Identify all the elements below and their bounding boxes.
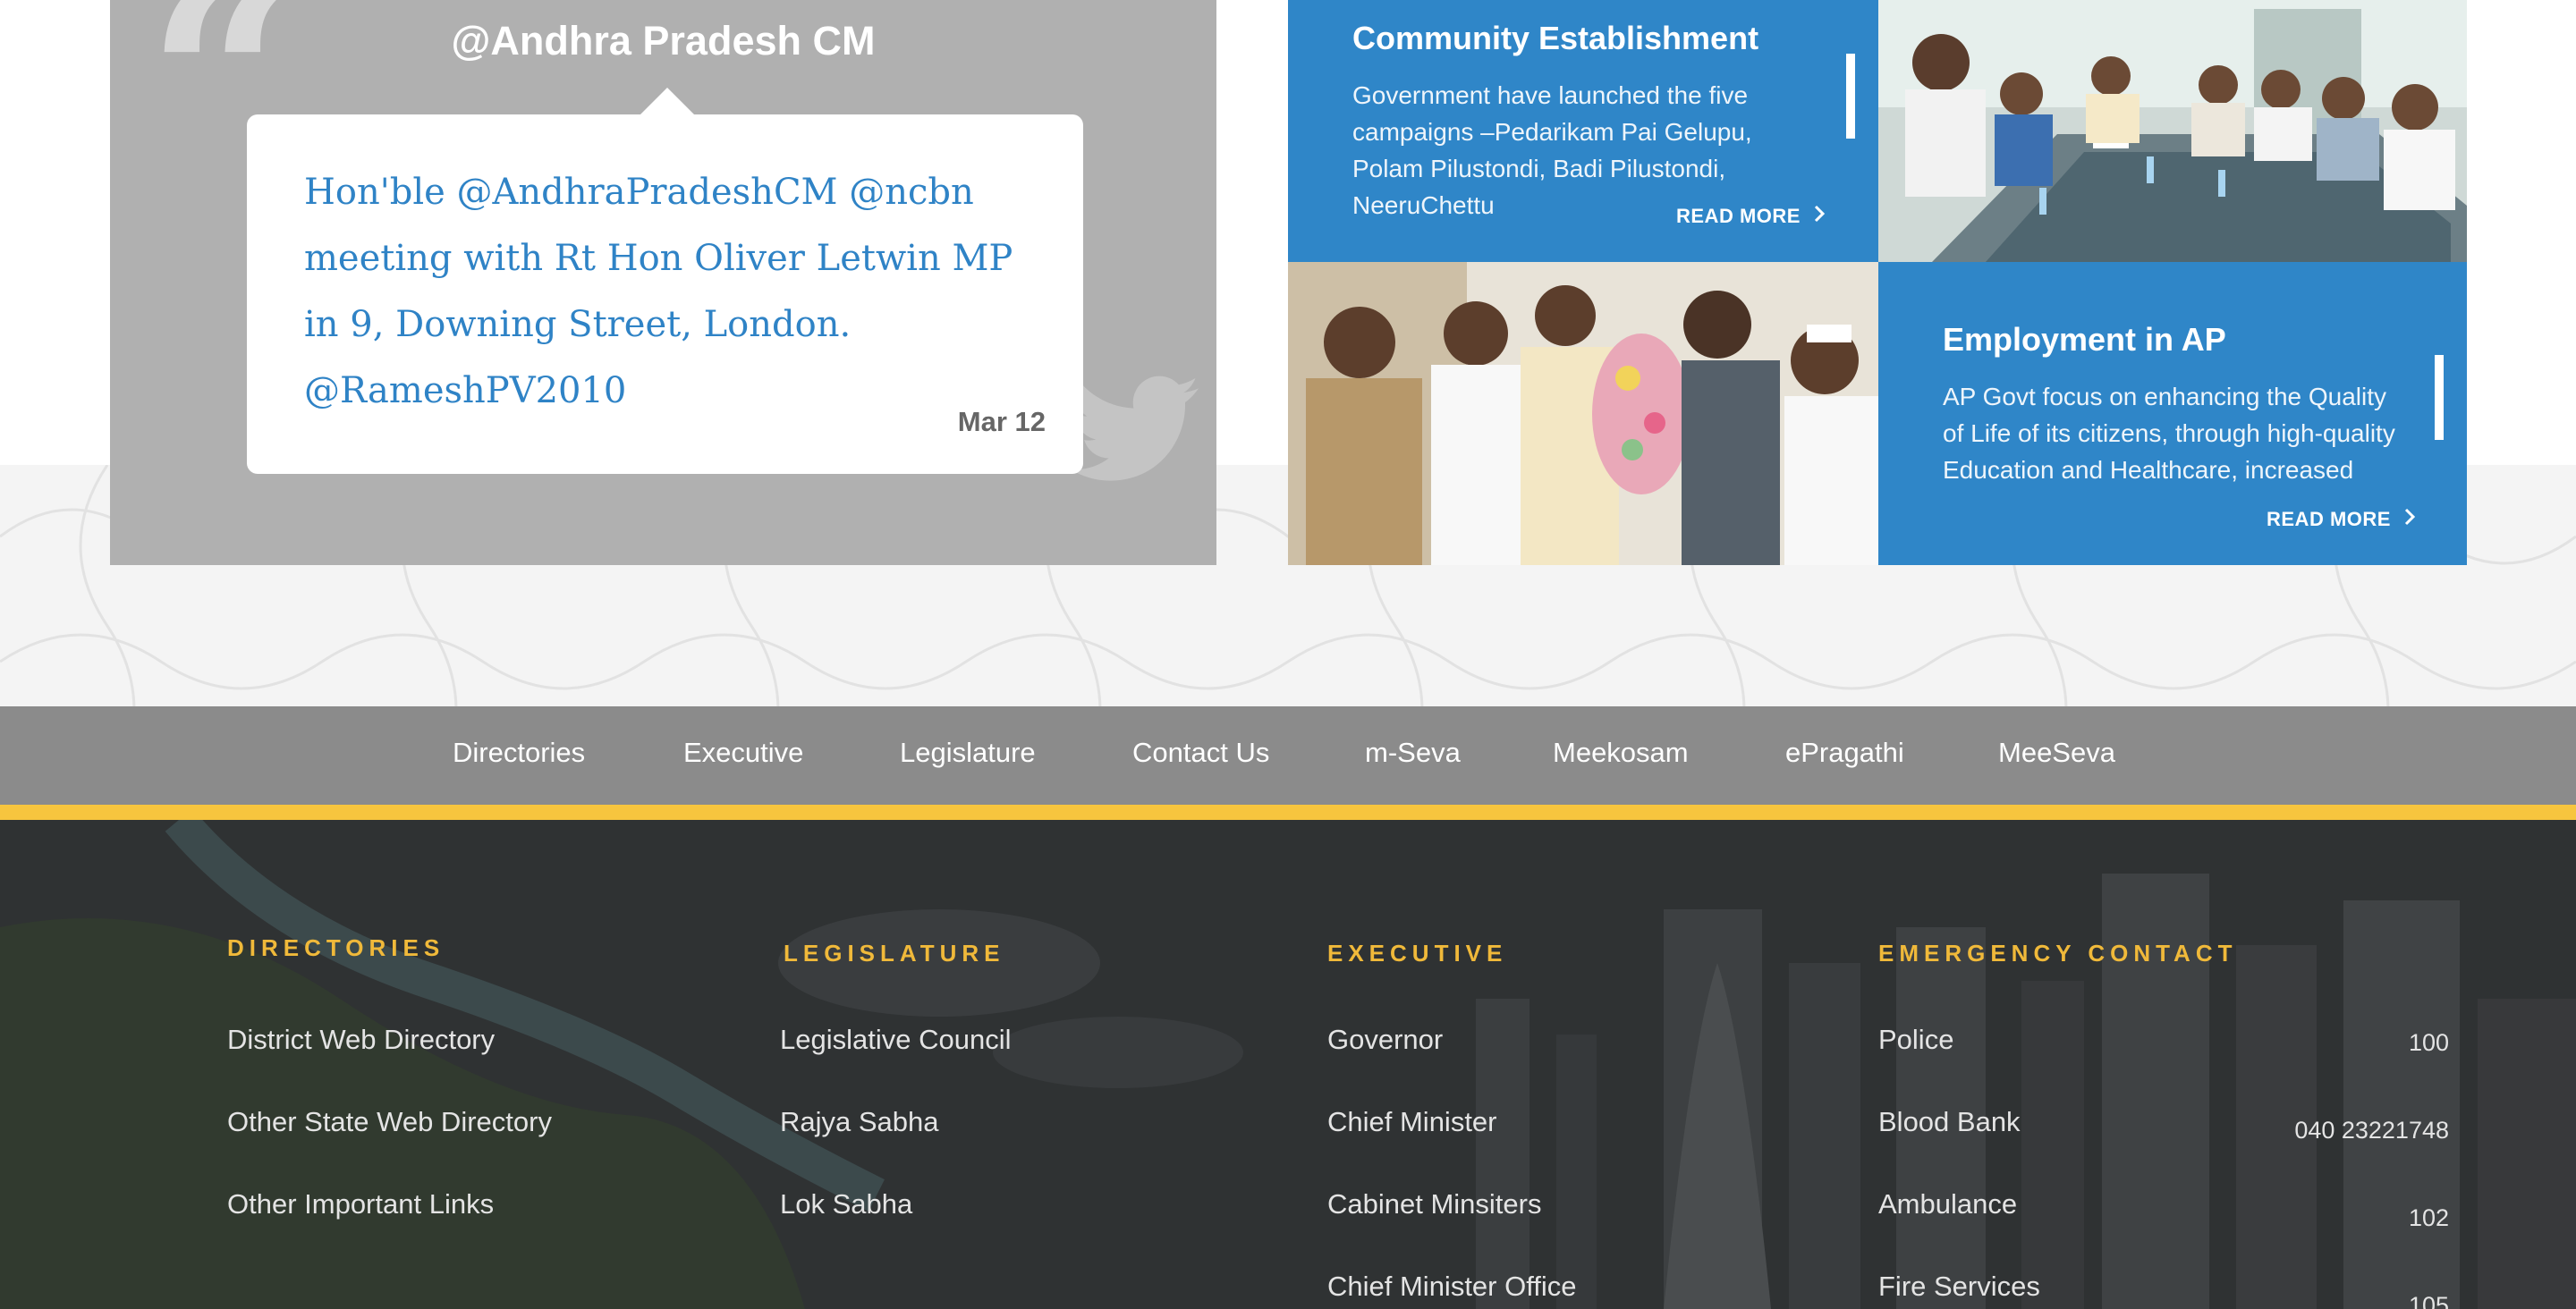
emergency-number-police[interactable]: 100 [2136, 1029, 2449, 1057]
emergency-label-police: Police [1878, 1024, 1954, 1055]
footer-link-rajya-sabha[interactable]: Rajya Sabha [780, 1106, 939, 1138]
meeting-photo [1878, 0, 2467, 262]
tweet-bubble: Hon'ble @AndhraPradeshCM @ncbn meeting w… [247, 88, 1083, 474]
footer-link-other-important-links[interactable]: Other Important Links [227, 1188, 494, 1220]
top-section: “ @Andhra Pradesh CM Hon'ble @AndhraPrad… [0, 0, 2576, 706]
tweet-panel: “ @Andhra Pradesh CM Hon'ble @AndhraPrad… [110, 0, 1216, 565]
twitter-bird-icon [1067, 376, 1201, 487]
tile-title[interactable]: Community Establishment [1352, 20, 1758, 57]
nav-item-meekosam[interactable]: Meekosam [1553, 737, 1689, 769]
footer-heading-legislature: LEGISLATURE [784, 940, 1005, 967]
footer-link-lok-sabha[interactable]: Lok Sabha [780, 1188, 912, 1220]
read-more-label: READ MORE [1676, 205, 1801, 227]
nav-item-epragathi[interactable]: ePragathi [1785, 737, 1904, 769]
footer-link-other-state-web-directory[interactable]: Other State Web Directory [227, 1106, 552, 1138]
emergency-label-fire-services: Fire Services [1878, 1271, 2040, 1302]
nav-item-legislature[interactable]: Legislature [900, 737, 1036, 769]
footer-link-chief-minister[interactable]: Chief Minister [1327, 1106, 1497, 1138]
footer-link-legislative-council[interactable]: Legislative Council [780, 1024, 1011, 1056]
tile-accent-bar [1846, 54, 1855, 139]
nav-item-meeseva[interactable]: MeeSeva [1998, 737, 2115, 769]
emergency-number-ambulance[interactable]: 102 [2136, 1204, 2449, 1232]
footer-link-chief-minister-office[interactable]: Chief Minister Office [1327, 1271, 1577, 1303]
footer-heading-directories: DIRECTORIES [227, 934, 445, 961]
gold-divider [0, 805, 2576, 820]
city-aerial-background [0, 820, 2576, 1309]
footer-heading-executive: EXECUTIVE [1327, 940, 1508, 967]
tile-accent-bar [2435, 355, 2444, 440]
nav-item-executive[interactable]: Executive [683, 737, 803, 769]
bubble-arrow [640, 88, 694, 114]
tile-employment-in-ap[interactable]: Employment in AP AP Govt focus on enhanc… [1878, 262, 2467, 565]
footer-heading-emergency-contact: EMERGENCY CONTACT [1878, 940, 2238, 967]
emergency-label-blood-bank: Blood Bank [1878, 1106, 2021, 1137]
emergency-number-fire-services[interactable]: 105 [2136, 1292, 2449, 1309]
nav-item-directories[interactable]: Directories [453, 737, 585, 769]
read-more-label: READ MORE [2267, 508, 2391, 530]
chevron-right-icon [1813, 204, 1826, 229]
emergency-label-ambulance: Ambulance [1878, 1188, 2018, 1220]
chevron-right-icon [2403, 507, 2416, 532]
site-footer: DIRECTORIES District Web Directory Other… [0, 820, 2576, 1309]
bouquet-photo [1288, 262, 1878, 565]
footer-link-district-web-directory[interactable]: District Web Directory [227, 1024, 495, 1056]
footer-nav-bar: Directories Executive Legislature Contac… [0, 706, 2576, 805]
read-more-link[interactable]: READ MORE [2267, 507, 2416, 532]
footer-link-cabinet-ministers[interactable]: Cabinet Minsiters [1327, 1188, 1541, 1220]
tile-description: Government have launched the five campai… [1352, 81, 1752, 219]
tweet-date: Mar 12 [957, 406, 1046, 437]
nav-items: Directories Executive Legislature Contac… [0, 706, 2576, 805]
nav-item-contact-us[interactable]: Contact Us [1132, 737, 1269, 769]
read-more-link[interactable]: READ MORE [1676, 204, 1826, 229]
tweet-text[interactable]: Hon'ble @AndhraPradeshCM @ncbn meeting w… [304, 159, 1038, 424]
tweet-handle[interactable]: @Andhra Pradesh CM [110, 18, 1216, 64]
tile-description: AP Govt focus on enhancing the Quality o… [1943, 383, 2395, 484]
tile-community-establishment[interactable]: Community Establishment Government have … [1288, 0, 1878, 262]
tile-title[interactable]: Employment in AP [1943, 321, 2226, 359]
emergency-number-blood-bank[interactable]: 040 23221748 [2136, 1117, 2449, 1144]
footer-link-governor[interactable]: Governor [1327, 1024, 1443, 1056]
nav-item-m-seva[interactable]: m-Seva [1365, 737, 1461, 769]
